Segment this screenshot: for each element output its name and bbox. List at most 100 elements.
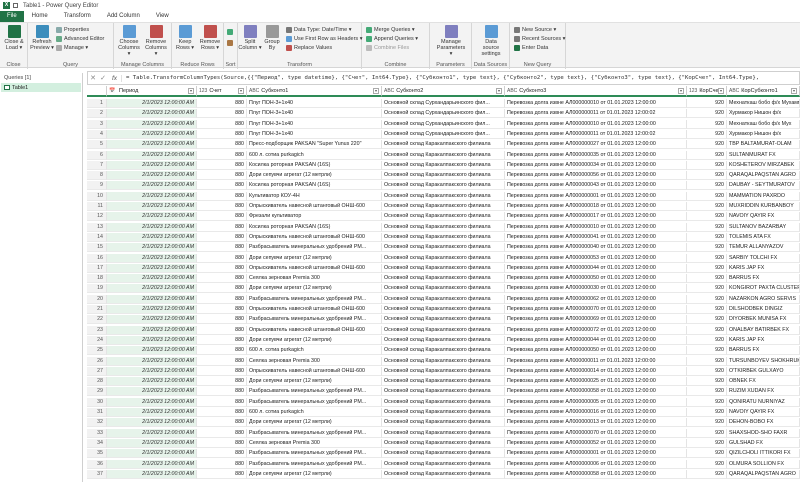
table-cell[interactable]: 920 (687, 325, 727, 335)
table-row[interactable]: 37 2/1/2023 12:00:00 AM 880 Дори сепувчи аг… (87, 469, 800, 479)
table-row[interactable]: 26 2/1/2023 12:00:00 AM 880 Сеялка зерновая… (87, 356, 800, 366)
table-cell[interactable]: Опрыскиватель навесной штанговый ОНШ-600 (247, 232, 382, 242)
table-cell[interactable]: 920 (687, 263, 727, 273)
filter-dropdown-icon[interactable]: ▾ (496, 88, 502, 94)
table-row[interactable]: 22 2/1/2023 12:00:00 AM 880 Разбрасыватель … (87, 315, 800, 325)
table-cell[interactable]: 2/1/2023 12:00:00 AM (107, 171, 197, 181)
table-cell[interactable]: 880 (197, 294, 247, 304)
table-cell[interactable]: Сеялка зерновая Premia 300 (247, 356, 382, 366)
table-cell[interactable]: Перевозка долга извне АЛ000000018 от 01.… (505, 202, 687, 212)
table-cell[interactable]: 920 (687, 418, 727, 428)
table-row[interactable]: 29 2/1/2023 12:00:00 AM 880 Разбрасыватель … (87, 387, 800, 397)
table-cell[interactable]: 2/1/2023 12:00:00 AM (107, 294, 197, 304)
remove-rows-button[interactable]: Remove Rows ▾ (198, 25, 222, 51)
table-cell[interactable]: Перевозка долга извне АЛ000000043 от 01.… (505, 181, 687, 191)
table-row[interactable]: 1 2/1/2023 12:00:00 AM 880 Плуг ПОН-3+1х40 О… (87, 99, 800, 109)
manage-parameters-button[interactable]: Manage Parameters ▾ (437, 25, 465, 57)
table-cell[interactable]: Основной склад Каракалпакского филиала (382, 397, 505, 407)
table-cell[interactable]: 920 (687, 459, 727, 469)
table-cell[interactable]: BARRUS FX (727, 274, 800, 284)
table-cell[interactable]: Перевозка долга извне АЛ000000070 от 01.… (505, 305, 687, 315)
table-row[interactable]: 31 2/1/2023 12:00:00 AM 880 600 л. сотиа pu… (87, 408, 800, 418)
table-row[interactable]: 4 2/1/2023 12:00:00 AM 880 Плуг ПОН-3+1х40 О… (87, 129, 800, 139)
table-row[interactable]: 10 2/1/2023 12:00:00 AM 880 Культиватор КОУ… (87, 191, 800, 201)
table-cell[interactable]: 880 (197, 387, 247, 397)
table-row[interactable]: 2 2/1/2023 12:00:00 AM 880 Плуг ПОН-3+1х40 О… (87, 109, 800, 119)
table-cell[interactable]: 880 (197, 428, 247, 438)
query-item-table1[interactable]: Table1 (1, 83, 81, 92)
table-cell[interactable]: 920 (687, 377, 727, 387)
table-cell[interactable]: SHAXSHOD-SHO FAXR (727, 428, 800, 438)
table-cell[interactable]: Основной склад Сурхандарьинского фил... (382, 109, 505, 119)
table-cell[interactable]: Хурмакор Нишон ф/х (727, 129, 800, 139)
table-cell[interactable]: SULTANOV BAZARBAY (727, 222, 800, 232)
table-cell[interactable]: Разбрасыватель минеральных удобрений РМ.… (247, 428, 382, 438)
table-cell[interactable]: GULSHAD FX (727, 438, 800, 448)
table-cell[interactable]: Дори сепувчи агрегат (12 метрли) (247, 171, 382, 181)
table-cell[interactable]: 2/1/2023 12:00:00 AM (107, 335, 197, 345)
table-cell[interactable]: 880 (197, 232, 247, 242)
table-cell[interactable]: Основной склад Каракалпакского филиала (382, 305, 505, 315)
table-cell[interactable]: Косилка роторная PAKSAN (16S) (247, 181, 382, 191)
table-cell[interactable]: DEHON-BOBO FX (727, 418, 800, 428)
table-cell[interactable]: 920 (687, 356, 727, 366)
split-column-button[interactable]: Split Column ▾ (238, 25, 262, 51)
refresh-preview-button[interactable]: Refresh Preview ▾ (30, 25, 54, 51)
table-cell[interactable]: 880 (197, 418, 247, 428)
table-cell[interactable]: 2/1/2023 12:00:00 AM (107, 387, 197, 397)
table-cell[interactable]: 2/1/2023 12:00:00 AM (107, 109, 197, 119)
table-cell[interactable]: Плуг ПОН-3+1х40 (247, 129, 382, 139)
table-cell[interactable]: Перевозка долга извне АЛ000000027 от 01.… (505, 140, 687, 150)
table-cell[interactable]: 2/1/2023 12:00:00 AM (107, 160, 197, 170)
merge-queries-button[interactable]: Merge Queries ▾ (366, 26, 415, 34)
table-cell[interactable]: 880 (197, 171, 247, 181)
table-cell[interactable]: QIZILCHOLI ITTIKORI FX (727, 449, 800, 459)
table-cell[interactable]: Перевозка долга извне АЛ000000030 от 01.… (505, 284, 687, 294)
table-cell[interactable]: 920 (687, 129, 727, 139)
table-cell[interactable]: 880 (197, 408, 247, 418)
table-cell[interactable]: 2/1/2023 12:00:00 AM (107, 438, 197, 448)
table-cell[interactable]: Основной склад Каракалпакского филиала (382, 284, 505, 294)
table-cell[interactable]: Пресс-подборщик PAKSAN "Super Yunus 220" (247, 140, 382, 150)
table-cell[interactable]: Опрыскиватель навесной штанговый ОНШ-600 (247, 325, 382, 335)
table-cell[interactable]: 600 л. сотиа purkagich (247, 408, 382, 418)
table-row[interactable]: 30 2/1/2023 12:00:00 AM 880 Разбрасыватель … (87, 397, 800, 407)
table-cell[interactable]: 920 (687, 274, 727, 284)
table-cell[interactable]: Основной склад Каракалпакского филиала (382, 160, 505, 170)
table-cell[interactable]: Перевозка долга извне АЛ000000011 от 01.… (505, 356, 687, 366)
save-icon[interactable] (13, 3, 18, 8)
table-cell[interactable]: 880 (197, 335, 247, 345)
table-cell[interactable]: Основной склад Каракалпакского филиала (382, 222, 505, 232)
table-cell[interactable]: QARAQALPAQSTAN AGRO (727, 469, 800, 479)
tab-add-column[interactable]: Add Column (99, 11, 148, 22)
table-row[interactable]: 24 2/1/2023 12:00:00 AM 880 Дори сепувчи аг… (87, 335, 800, 345)
table-row[interactable]: 12 2/1/2023 12:00:00 AM 880 Фрезали культив… (87, 212, 800, 222)
table-cell[interactable]: 2/1/2023 12:00:00 AM (107, 181, 197, 191)
table-cell[interactable]: 920 (687, 181, 727, 191)
group-by-button[interactable]: Group By (260, 25, 284, 51)
table-cell[interactable]: SARBIY TOLCHI FX (727, 253, 800, 263)
table-cell[interactable]: 920 (687, 408, 727, 418)
column-header[interactable]: 123 КорСчет ▾ (687, 86, 727, 97)
table-cell[interactable]: 920 (687, 366, 727, 376)
table-cell[interactable]: MUXRIDDIN KURBANBOY (727, 202, 800, 212)
table-row[interactable]: 19 2/1/2023 12:00:00 AM 880 Дори сепувчи аг… (87, 284, 800, 294)
filter-dropdown-icon[interactable]: ▾ (238, 88, 244, 94)
column-type-icon[interactable]: ABC (249, 88, 259, 94)
table-cell[interactable]: NAVOIY QAYIR FX (727, 212, 800, 222)
table-row[interactable]: 33 2/1/2023 12:00:00 AM 880 Разбрасыватель … (87, 428, 800, 438)
table-cell[interactable]: 880 (197, 469, 247, 479)
table-cell[interactable]: 600 л. сотиа purkagich (247, 150, 382, 160)
table-cell[interactable]: 920 (687, 294, 727, 304)
column-header[interactable]: ABC Субконто1 ▾ (247, 86, 382, 97)
table-row[interactable]: 25 2/1/2023 12:00:00 AM 880 600 л. сотиа pu… (87, 346, 800, 356)
table-cell[interactable]: 880 (197, 119, 247, 129)
table-cell[interactable]: Разбрасыватель минеральных удобрений РМ.… (247, 449, 382, 459)
table-cell[interactable]: Дори сепувчи агрегат (12 метрли) (247, 284, 382, 294)
column-header[interactable]: ABC Субконто3 ▾ (505, 86, 687, 97)
table-cell[interactable]: 2/1/2023 12:00:00 AM (107, 366, 197, 376)
table-cell[interactable]: 880 (197, 459, 247, 469)
table-cell[interactable]: 920 (687, 150, 727, 160)
new-source-button[interactable]: New Source ▾ (514, 26, 556, 34)
sort-ascending-button[interactable] (227, 28, 233, 36)
